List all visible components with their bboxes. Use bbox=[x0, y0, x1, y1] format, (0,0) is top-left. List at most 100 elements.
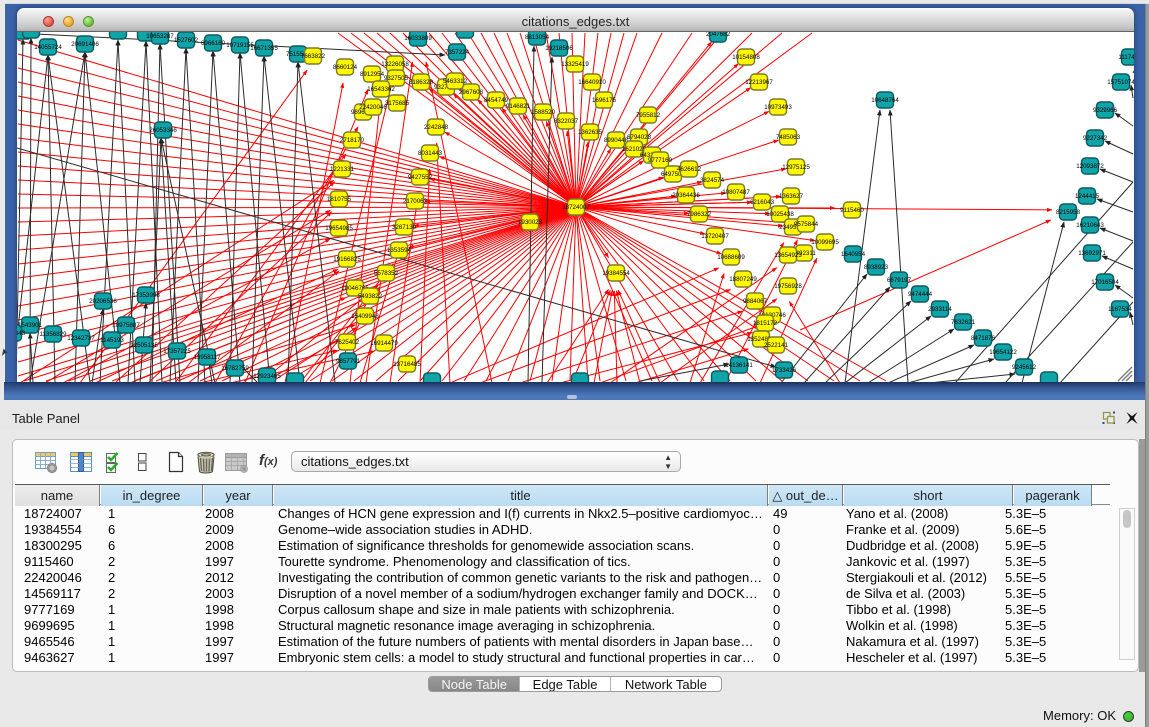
svg-text:4626612: 4626612 bbox=[677, 166, 702, 173]
svg-text:8322037: 8322037 bbox=[554, 118, 579, 125]
svg-text:2242848: 2242848 bbox=[424, 124, 449, 131]
svg-text:12505135: 12505135 bbox=[130, 342, 158, 349]
svg-text:6679197: 6679197 bbox=[887, 277, 912, 284]
svg-text:13692971: 13692971 bbox=[1078, 250, 1106, 257]
svg-text:19384554: 19384554 bbox=[602, 270, 630, 277]
svg-text:16782759: 16782759 bbox=[221, 365, 249, 372]
svg-text:19218506: 19218506 bbox=[545, 45, 573, 52]
svg-text:1527602: 1527602 bbox=[174, 37, 199, 44]
svg-text:20691406: 20691406 bbox=[71, 41, 99, 48]
svg-text:6216043: 6216043 bbox=[750, 199, 775, 206]
svg-text:3919343: 3919343 bbox=[17, 330, 26, 337]
svg-text:16671355: 16671355 bbox=[250, 45, 278, 52]
svg-text:10154808: 10154808 bbox=[732, 54, 760, 61]
svg-text:10688609: 10688609 bbox=[717, 254, 745, 261]
svg-text:3175685: 3175685 bbox=[385, 100, 410, 107]
svg-text:19166825: 19166825 bbox=[333, 256, 361, 263]
svg-text:12093872: 12093872 bbox=[1076, 163, 1104, 170]
svg-text:1117434: 1117434 bbox=[1118, 54, 1134, 61]
svg-text:5493822: 5493822 bbox=[358, 293, 383, 300]
svg-text:1221331: 1221331 bbox=[330, 166, 355, 173]
svg-text:9115460: 9115460 bbox=[840, 207, 864, 214]
svg-text:13716485: 13716485 bbox=[393, 361, 421, 368]
svg-text:17357225: 17357225 bbox=[163, 348, 191, 355]
svg-text:8912954: 8912954 bbox=[360, 71, 385, 78]
svg-text:5578352: 5578352 bbox=[374, 270, 399, 277]
svg-text:1353594: 1353594 bbox=[387, 247, 412, 254]
svg-text:7625402: 7625402 bbox=[335, 339, 360, 346]
svg-text:16033809: 16033809 bbox=[404, 35, 432, 42]
svg-text:10654122: 10654122 bbox=[989, 349, 1017, 356]
svg-text:1167534: 1167534 bbox=[1108, 306, 1132, 313]
svg-text:3267130: 3267130 bbox=[392, 224, 417, 231]
svg-text:16640910: 16640910 bbox=[578, 79, 606, 86]
svg-text:8938923: 8938923 bbox=[864, 264, 889, 271]
svg-text:2047682: 2047682 bbox=[706, 32, 731, 38]
svg-text:12975125: 12975125 bbox=[782, 164, 810, 171]
svg-text:7663822: 7663822 bbox=[301, 53, 326, 60]
svg-text:16210643: 16210643 bbox=[1076, 222, 1104, 229]
svg-text:8215958: 8215958 bbox=[1056, 209, 1081, 216]
svg-text:1244415: 1244415 bbox=[1075, 193, 1100, 200]
svg-text:8031443: 8031443 bbox=[418, 150, 443, 157]
svg-text:1696175: 1696175 bbox=[592, 97, 617, 104]
svg-text:12213967: 12213967 bbox=[745, 79, 773, 86]
svg-text:14136141: 14136141 bbox=[725, 362, 753, 369]
svg-text:19756928: 19756928 bbox=[774, 283, 802, 290]
svg-text:18807249: 18807249 bbox=[729, 276, 757, 283]
svg-text:3824574: 3824574 bbox=[700, 177, 725, 184]
svg-text:19654985: 19654985 bbox=[325, 225, 353, 232]
svg-text:14055724: 14055724 bbox=[34, 44, 62, 51]
svg-text:2170063: 2170063 bbox=[403, 198, 428, 205]
svg-text:10975887: 10975887 bbox=[112, 322, 140, 329]
svg-text:10973493: 10973493 bbox=[764, 104, 792, 111]
svg-text:10807487: 10807487 bbox=[722, 189, 750, 196]
svg-text:20206538: 20206538 bbox=[89, 298, 117, 305]
svg-text:6966160: 6966160 bbox=[201, 40, 226, 47]
svg-text:2718170: 2718170 bbox=[340, 137, 365, 144]
svg-text:1810755: 1810755 bbox=[327, 196, 352, 203]
svg-text:13325419: 13325419 bbox=[561, 61, 589, 68]
svg-text:8186328: 8186328 bbox=[409, 79, 434, 86]
svg-text:9329966: 9329966 bbox=[1093, 107, 1118, 114]
svg-text:16543362: 16543362 bbox=[367, 86, 395, 93]
svg-text:6794028: 6794028 bbox=[627, 134, 652, 141]
svg-text:15409948: 15409948 bbox=[351, 313, 379, 320]
svg-text:1145193: 1145193 bbox=[100, 337, 124, 344]
svg-text:10653287: 10653287 bbox=[146, 33, 174, 40]
svg-text:22420046: 22420046 bbox=[359, 104, 387, 111]
svg-text:16914479: 16914479 bbox=[370, 340, 398, 347]
svg-text:17016504: 17016504 bbox=[1091, 279, 1119, 286]
svg-text:15751074: 15751074 bbox=[1107, 79, 1134, 86]
svg-text:13720407: 13720407 bbox=[701, 233, 729, 240]
svg-text:9227342: 9227342 bbox=[1083, 135, 1108, 142]
svg-text:8454749: 8454749 bbox=[484, 97, 509, 104]
svg-text:8813054: 8813054 bbox=[525, 34, 550, 41]
svg-text:7986322: 7986322 bbox=[687, 211, 712, 218]
svg-text:18724007: 18724007 bbox=[562, 204, 590, 211]
svg-text:9777169: 9777169 bbox=[648, 157, 673, 164]
svg-text:8990448: 8990448 bbox=[604, 137, 629, 144]
svg-text:9857791: 9857791 bbox=[336, 358, 361, 365]
svg-text:17353998: 17353998 bbox=[132, 292, 160, 299]
svg-text:7357224: 7357224 bbox=[445, 49, 470, 56]
svg-text:11356829: 11356829 bbox=[39, 331, 67, 338]
svg-text:12342737: 12342737 bbox=[67, 335, 95, 342]
svg-text:1640954: 1640954 bbox=[841, 251, 866, 258]
svg-text:20364436: 20364436 bbox=[672, 192, 700, 199]
svg-text:10025438: 10025438 bbox=[766, 211, 794, 218]
svg-text:9245612: 9245612 bbox=[1012, 364, 1037, 371]
svg-text:9146821: 9146821 bbox=[506, 103, 531, 110]
svg-text:10099695: 10099695 bbox=[811, 239, 839, 246]
svg-text:7632621: 7632621 bbox=[951, 319, 976, 326]
svg-text:9427552: 9427552 bbox=[408, 174, 433, 181]
svg-text:26053346: 26053346 bbox=[149, 127, 177, 134]
svg-text:7955812: 7955812 bbox=[636, 112, 661, 119]
svg-text:1363627: 1363627 bbox=[779, 193, 804, 200]
svg-text:1815172: 1815172 bbox=[753, 320, 778, 327]
svg-text:13654923: 13654923 bbox=[774, 252, 802, 259]
svg-text:1362635: 1362635 bbox=[578, 129, 603, 136]
svg-text:1733426: 1733426 bbox=[772, 367, 797, 374]
svg-text:2522141: 2522141 bbox=[764, 342, 789, 349]
svg-text:9575844: 9575844 bbox=[794, 221, 819, 228]
